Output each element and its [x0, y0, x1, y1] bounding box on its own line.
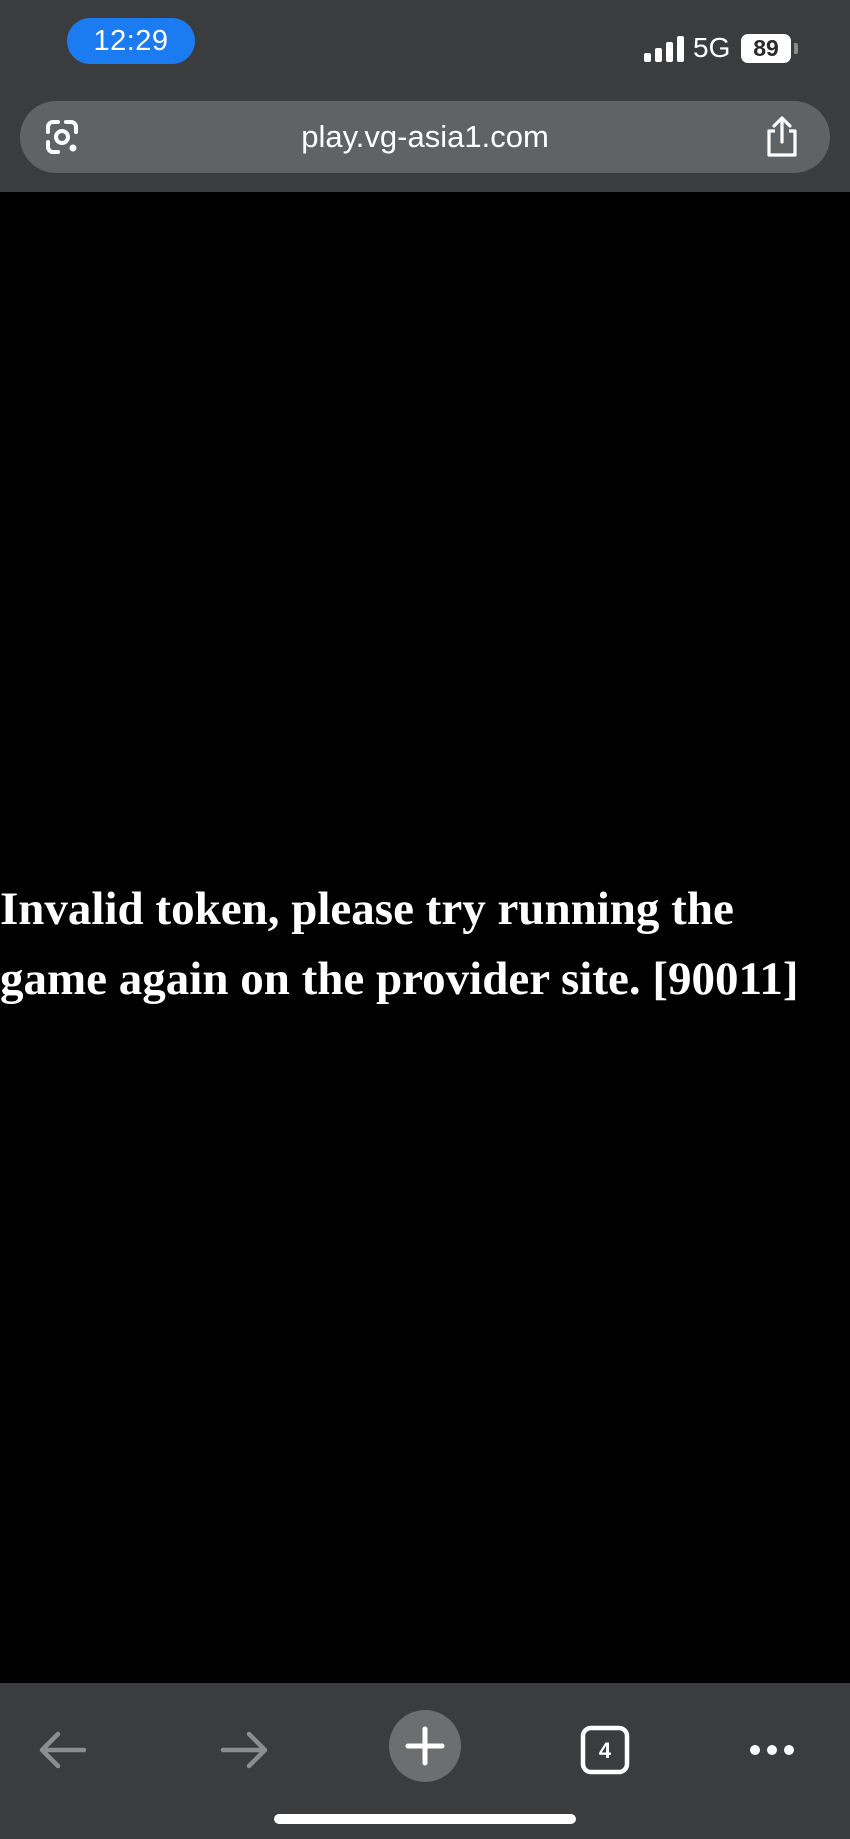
open-tabs-count: 4 — [599, 1738, 612, 1763]
battery-tip — [794, 43, 798, 54]
status-time[interactable]: 12:29 — [67, 18, 195, 64]
tab-switcher-icon: 4 — [580, 1725, 630, 1775]
new-tab-button[interactable] — [389, 1710, 461, 1782]
arrow-right-icon — [220, 1731, 268, 1769]
more-horizontal-icon — [750, 1745, 794, 1755]
browser-top-chrome: 12:29 5G 89 play.vg-asia1.com — [0, 0, 850, 192]
share-icon[interactable] — [762, 115, 802, 159]
tab-switcher-button[interactable]: 4 — [560, 1705, 650, 1795]
more-menu-button[interactable] — [727, 1705, 817, 1795]
google-lens-icon[interactable] — [42, 117, 82, 157]
battery-indicator: 89 — [741, 34, 791, 63]
arrow-left-icon — [39, 1731, 87, 1769]
home-indicator[interactable] — [274, 1814, 576, 1824]
cellular-signal-icon — [644, 36, 684, 62]
back-button[interactable] — [18, 1705, 108, 1795]
network-type: 5G — [693, 32, 731, 63]
address-bar[interactable]: play.vg-asia1.com — [20, 101, 830, 173]
web-content: Invalid token, please try running the ga… — [0, 192, 850, 1683]
url-text[interactable]: play.vg-asia1.com — [100, 101, 750, 173]
forward-button[interactable] — [199, 1705, 289, 1795]
plus-icon — [405, 1726, 445, 1766]
status-bar: 12:29 5G 89 — [0, 0, 850, 90]
error-message: Invalid token, please try running the ga… — [0, 883, 799, 1005]
